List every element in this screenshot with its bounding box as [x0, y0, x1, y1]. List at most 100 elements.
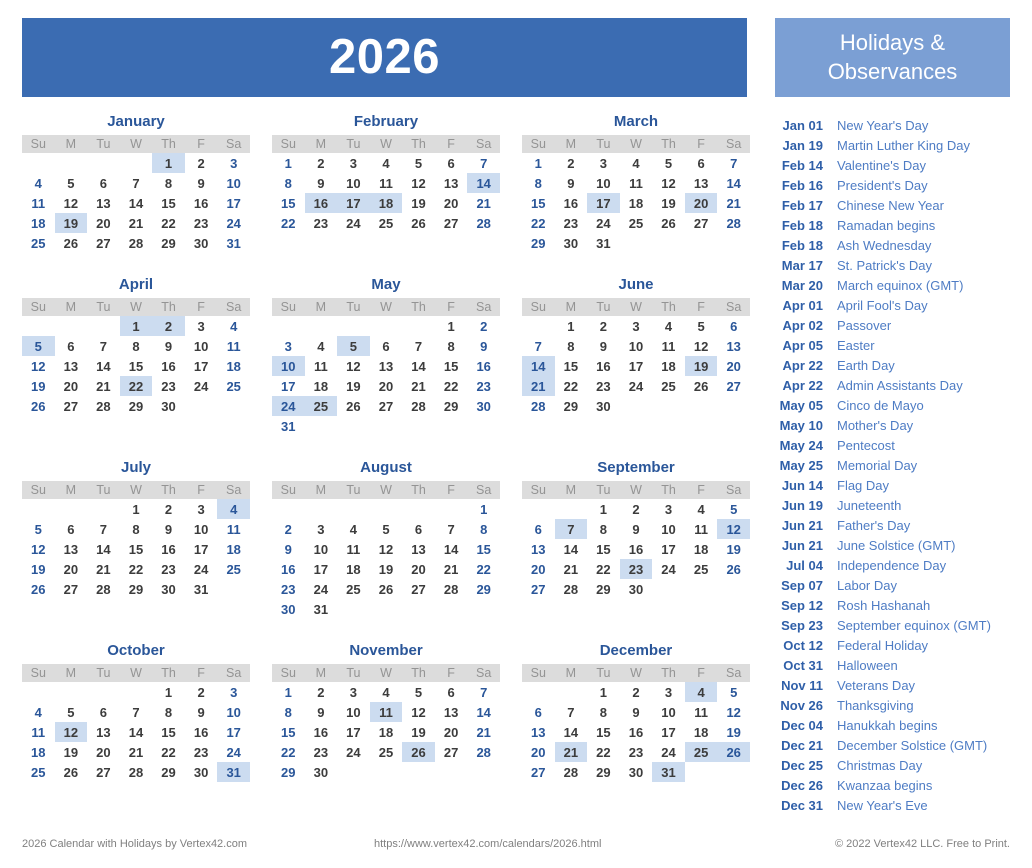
- day-cell[interactable]: 30: [555, 233, 588, 253]
- day-cell[interactable]: 13: [522, 722, 555, 742]
- day-cell[interactable]: 8: [435, 336, 468, 356]
- day-cell[interactable]: 7: [717, 153, 750, 173]
- day-cell[interactable]: 3: [652, 499, 685, 519]
- day-cell[interactable]: 25: [337, 579, 370, 599]
- day-cell[interactable]: 14: [467, 173, 500, 193]
- day-cell[interactable]: 27: [717, 376, 750, 396]
- day-cell[interactable]: 8: [467, 519, 500, 539]
- day-cell[interactable]: 30: [620, 762, 653, 782]
- day-cell[interactable]: 5: [22, 519, 55, 539]
- day-cell[interactable]: 8: [120, 336, 153, 356]
- day-cell[interactable]: 1: [522, 153, 555, 173]
- day-cell[interactable]: 23: [152, 376, 185, 396]
- day-cell[interactable]: 20: [522, 742, 555, 762]
- day-cell[interactable]: 28: [120, 762, 153, 782]
- day-cell[interactable]: 19: [370, 559, 403, 579]
- day-cell[interactable]: 30: [467, 396, 500, 416]
- day-cell[interactable]: 17: [217, 193, 250, 213]
- day-cell[interactable]: 5: [652, 153, 685, 173]
- day-cell[interactable]: 1: [435, 316, 468, 336]
- day-cell[interactable]: 8: [272, 173, 305, 193]
- day-cell[interactable]: 10: [587, 173, 620, 193]
- day-cell[interactable]: 3: [620, 316, 653, 336]
- day-cell[interactable]: 15: [435, 356, 468, 376]
- day-cell[interactable]: 12: [402, 702, 435, 722]
- day-cell[interactable]: 27: [522, 762, 555, 782]
- day-cell[interactable]: 27: [55, 396, 88, 416]
- day-cell[interactable]: 16: [185, 193, 218, 213]
- day-cell[interactable]: 12: [402, 173, 435, 193]
- day-cell[interactable]: 17: [185, 356, 218, 376]
- day-cell[interactable]: 22: [152, 213, 185, 233]
- day-cell[interactable]: 25: [685, 559, 718, 579]
- day-cell[interactable]: 1: [272, 153, 305, 173]
- day-cell[interactable]: 24: [217, 742, 250, 762]
- day-cell[interactable]: 28: [522, 396, 555, 416]
- day-cell[interactable]: 23: [185, 213, 218, 233]
- day-cell[interactable]: 3: [652, 682, 685, 702]
- day-cell[interactable]: 4: [217, 499, 250, 519]
- day-cell[interactable]: 16: [152, 539, 185, 559]
- day-cell[interactable]: 27: [55, 579, 88, 599]
- day-cell[interactable]: 6: [435, 682, 468, 702]
- day-cell[interactable]: 15: [272, 193, 305, 213]
- day-cell[interactable]: 4: [22, 173, 55, 193]
- day-cell[interactable]: 20: [684, 193, 718, 213]
- day-cell[interactable]: 9: [152, 336, 185, 356]
- day-cell[interactable]: 12: [54, 722, 88, 742]
- day-cell[interactable]: 27: [435, 213, 468, 233]
- day-cell[interactable]: 6: [87, 702, 120, 722]
- day-cell[interactable]: 18: [217, 356, 250, 376]
- day-cell[interactable]: 5: [685, 316, 718, 336]
- day-cell[interactable]: 31: [272, 416, 305, 436]
- day-cell[interactable]: 19: [22, 559, 55, 579]
- day-cell[interactable]: 23: [305, 742, 338, 762]
- day-cell[interactable]: 19: [717, 539, 750, 559]
- day-cell[interactable]: 4: [305, 336, 338, 356]
- day-cell[interactable]: 30: [152, 579, 185, 599]
- day-cell[interactable]: 29: [272, 762, 305, 782]
- day-cell[interactable]: 13: [55, 539, 88, 559]
- day-cell[interactable]: 15: [272, 722, 305, 742]
- day-cell[interactable]: 20: [55, 559, 88, 579]
- day-cell[interactable]: 3: [337, 682, 370, 702]
- day-cell[interactable]: 21: [120, 742, 153, 762]
- day-cell[interactable]: 16: [272, 559, 305, 579]
- day-cell[interactable]: 12: [22, 539, 55, 559]
- day-cell[interactable]: 31: [305, 599, 338, 619]
- day-cell[interactable]: 23: [587, 376, 620, 396]
- day-cell[interactable]: 7: [467, 682, 500, 702]
- day-cell[interactable]: 31: [217, 233, 250, 253]
- day-cell[interactable]: 10: [652, 519, 685, 539]
- day-cell[interactable]: 21: [120, 213, 153, 233]
- day-cell[interactable]: 5: [717, 682, 750, 702]
- day-cell[interactable]: 30: [587, 396, 620, 416]
- day-cell[interactable]: 18: [22, 742, 55, 762]
- day-cell[interactable]: 12: [685, 336, 718, 356]
- day-cell[interactable]: 2: [467, 316, 500, 336]
- day-cell[interactable]: 4: [684, 682, 718, 702]
- day-cell[interactable]: 21: [467, 722, 500, 742]
- day-cell[interactable]: 10: [272, 356, 305, 376]
- day-cell[interactable]: 21: [402, 376, 435, 396]
- day-cell[interactable]: 6: [685, 153, 718, 173]
- day-cell[interactable]: 9: [305, 702, 338, 722]
- day-cell[interactable]: 18: [337, 559, 370, 579]
- day-cell[interactable]: 17: [652, 539, 685, 559]
- day-cell[interactable]: 19: [684, 356, 718, 376]
- day-cell[interactable]: 3: [305, 519, 338, 539]
- day-cell[interactable]: 27: [402, 579, 435, 599]
- day-cell[interactable]: 25: [370, 213, 403, 233]
- day-cell[interactable]: 14: [87, 356, 120, 376]
- day-cell[interactable]: 30: [185, 233, 218, 253]
- day-cell[interactable]: 18: [652, 356, 685, 376]
- day-cell[interactable]: 31: [217, 762, 250, 782]
- day-cell[interactable]: 2: [587, 316, 620, 336]
- day-cell[interactable]: 22: [522, 213, 555, 233]
- day-cell[interactable]: 14: [555, 722, 588, 742]
- day-cell[interactable]: 11: [217, 336, 250, 356]
- day-cell[interactable]: 26: [402, 213, 435, 233]
- day-cell[interactable]: 9: [185, 173, 218, 193]
- day-cell[interactable]: 6: [522, 702, 555, 722]
- day-cell[interactable]: 14: [402, 356, 435, 376]
